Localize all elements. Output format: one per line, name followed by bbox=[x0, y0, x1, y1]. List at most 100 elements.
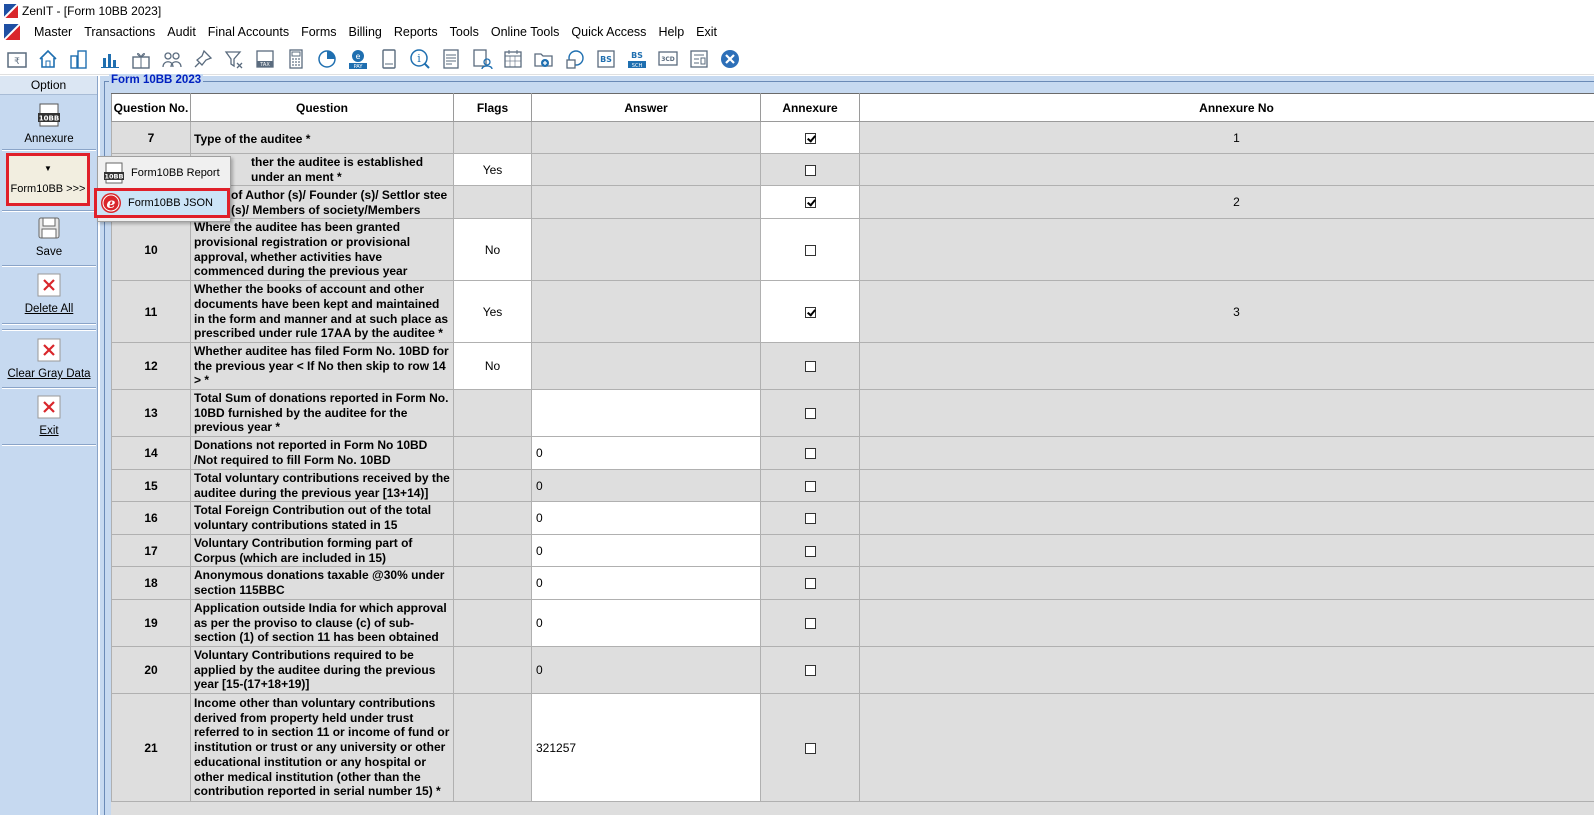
annexure-checkbox[interactable] bbox=[804, 306, 816, 318]
cell-answer[interactable] bbox=[531, 153, 761, 186]
header-annexure[interactable]: Annexure bbox=[760, 93, 860, 122]
cell-answer[interactable]: 0 bbox=[531, 501, 761, 535]
cell-flags[interactable] bbox=[453, 599, 532, 647]
calendar-icon[interactable] bbox=[500, 46, 525, 71]
cell-annexure[interactable] bbox=[760, 280, 860, 343]
rupee-folder-icon[interactable]: ₹ bbox=[4, 46, 29, 71]
cell-answer[interactable]: 0 bbox=[531, 469, 761, 502]
menu-item-form10bb-report[interactable]: 10BB Form10BB Report bbox=[100, 160, 228, 186]
menu-help[interactable]: Help bbox=[652, 25, 690, 39]
cell-answer[interactable] bbox=[531, 185, 761, 219]
annexure-button[interactable]: 10BB Annexure bbox=[2, 103, 96, 145]
cell-flags[interactable] bbox=[453, 436, 532, 470]
table-row[interactable]: 21 Income other than voluntary contribut… bbox=[111, 693, 1594, 802]
home-icon[interactable] bbox=[35, 46, 60, 71]
cell-annexure[interactable] bbox=[760, 469, 860, 502]
filter-icon[interactable] bbox=[221, 46, 246, 71]
annexure-checkbox[interactable] bbox=[804, 513, 816, 525]
bar-chart-icon[interactable] bbox=[97, 46, 122, 71]
cell-annexure[interactable] bbox=[760, 566, 860, 600]
table-row[interactable]: 15 Total voluntary contributions receive… bbox=[111, 469, 1594, 502]
cell-annexure[interactable] bbox=[760, 693, 860, 802]
header-answer[interactable]: Answer bbox=[531, 93, 761, 122]
table-row[interactable]: 16 Total Foreign Contribution out of the… bbox=[111, 501, 1594, 535]
header-question-no[interactable]: Question No. bbox=[111, 93, 191, 122]
table-row[interactable]: 17 Voluntary Contribution forming part o… bbox=[111, 534, 1594, 567]
tax-icon[interactable]: TAX bbox=[252, 46, 277, 71]
cell-answer[interactable] bbox=[531, 342, 761, 390]
cell-flags[interactable] bbox=[453, 534, 532, 567]
person-document-icon[interactable] bbox=[469, 46, 494, 71]
menu-transactions[interactable]: Transactions bbox=[78, 25, 161, 39]
cell-flags[interactable] bbox=[453, 501, 532, 535]
form-icon[interactable] bbox=[686, 46, 711, 71]
menu-reports[interactable]: Reports bbox=[388, 25, 444, 39]
annexure-checkbox[interactable] bbox=[804, 448, 816, 460]
annexure-checkbox[interactable] bbox=[804, 197, 816, 209]
add-folder-icon[interactable] bbox=[531, 46, 556, 71]
table-row[interactable]: 14 Donations not reported in Form No 10B… bbox=[111, 436, 1594, 470]
cell-flags[interactable] bbox=[453, 646, 532, 694]
cell-flags[interactable] bbox=[453, 121, 532, 154]
menu-online-tools[interactable]: Online Tools bbox=[485, 25, 566, 39]
delete-all-button[interactable]: Delete All bbox=[2, 273, 96, 315]
cell-annexure[interactable] bbox=[760, 534, 860, 567]
menu-forms[interactable]: Forms bbox=[295, 25, 342, 39]
cell-annexure[interactable] bbox=[760, 153, 860, 186]
bs-sch-icon[interactable]: BS SCH bbox=[624, 46, 649, 71]
cell-annexure[interactable] bbox=[760, 646, 860, 694]
calculator-icon[interactable] bbox=[283, 46, 308, 71]
menu-final-accounts[interactable]: Final Accounts bbox=[202, 25, 295, 39]
annexure-checkbox[interactable] bbox=[804, 408, 816, 420]
cell-flags[interactable] bbox=[453, 185, 532, 219]
cell-answer[interactable] bbox=[531, 389, 761, 437]
annexure-checkbox[interactable] bbox=[804, 665, 816, 677]
annexure-checkbox[interactable] bbox=[804, 742, 816, 754]
cell-annexure[interactable] bbox=[760, 218, 860, 281]
annexure-checkbox[interactable] bbox=[804, 244, 816, 256]
cell-flags[interactable]: Yes bbox=[453, 153, 532, 186]
cell-annexure[interactable] bbox=[760, 185, 860, 219]
cell-answer[interactable]: 0 bbox=[531, 534, 761, 567]
annexure-checkbox[interactable] bbox=[804, 618, 816, 630]
menu-quick-access[interactable]: Quick Access bbox=[565, 25, 652, 39]
cell-answer[interactable]: 0 bbox=[531, 646, 761, 694]
refresh-search-icon[interactable] bbox=[562, 46, 587, 71]
menu-audit[interactable]: Audit bbox=[161, 25, 202, 39]
menu-master[interactable]: Master bbox=[28, 25, 78, 39]
close-circle-icon[interactable] bbox=[717, 46, 742, 71]
gift-icon[interactable] bbox=[128, 46, 153, 71]
save-button[interactable]: Save bbox=[2, 216, 96, 258]
table-row[interactable]: 13 Total Sum of donations reported in Fo… bbox=[111, 389, 1594, 437]
report-icon[interactable] bbox=[438, 46, 463, 71]
menu-item-form10bb-json[interactable]: e Form10BB JSON bbox=[94, 188, 230, 218]
cell-annexure[interactable] bbox=[760, 501, 860, 535]
users-icon[interactable] bbox=[159, 46, 184, 71]
header-annexure-no[interactable]: Annexure No bbox=[859, 93, 1594, 122]
cell-flags[interactable]: No bbox=[453, 342, 532, 390]
epay-icon[interactable]: e PAY bbox=[345, 46, 370, 71]
ledger-book-icon[interactable] bbox=[376, 46, 401, 71]
cell-answer[interactable]: 0 bbox=[531, 566, 761, 600]
cell-annexure[interactable] bbox=[760, 342, 860, 390]
pie-chart-icon[interactable] bbox=[314, 46, 339, 71]
question-grid[interactable]: Question No. Question Flags Answer Annex… bbox=[111, 93, 1594, 815]
annexure-checkbox[interactable] bbox=[804, 480, 816, 492]
annexure-checkbox[interactable] bbox=[804, 545, 816, 557]
cell-flags[interactable]: No bbox=[453, 218, 532, 281]
cell-flags[interactable] bbox=[453, 693, 532, 802]
app-menu-icon[interactable] bbox=[3, 23, 21, 41]
annexure-checkbox[interactable] bbox=[804, 132, 816, 144]
table-row[interactable]: 20 Voluntary Contributions required to b… bbox=[111, 646, 1594, 694]
3cd-icon[interactable]: 3CD bbox=[655, 46, 680, 71]
cell-flags[interactable] bbox=[453, 469, 532, 502]
table-row[interactable]: of Author (s)/ Founder (s)/ Settlor stee… bbox=[111, 185, 1594, 219]
cell-annexure[interactable] bbox=[760, 121, 860, 154]
cell-answer[interactable]: 321257 bbox=[531, 693, 761, 802]
table-row[interactable]: 19 Application outside India for which a… bbox=[111, 599, 1594, 647]
header-flags[interactable]: Flags bbox=[453, 93, 532, 122]
cell-answer[interactable] bbox=[531, 218, 761, 281]
header-question[interactable]: Question bbox=[190, 93, 454, 122]
cell-flags[interactable] bbox=[453, 389, 532, 437]
annexure-checkbox[interactable] bbox=[804, 361, 816, 373]
